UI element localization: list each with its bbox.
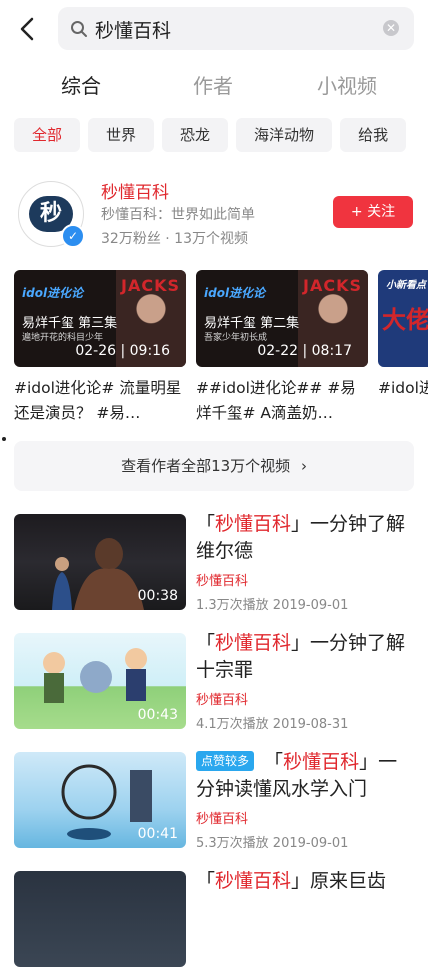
chevron-right-icon: ›	[300, 457, 307, 475]
video-duration: 00:43	[137, 707, 178, 723]
highlight-keyword: 秒懂百科	[215, 513, 292, 535]
tab-short-video[interactable]: 小视频	[292, 70, 402, 99]
thumbnail-brand: JACKS	[303, 276, 362, 295]
video-author[interactable]: 秒懂百科	[196, 689, 248, 708]
video-list-item[interactable]: 00:41 点赞较多 「秒懂百科」一分钟读懂风水学入门 秒懂百科 5.3万次播放…	[14, 749, 414, 852]
clear-icon[interactable]: ✕	[383, 20, 399, 36]
video-thumbnail: 00:41	[14, 752, 186, 848]
thumbnail-title: 易烊千玺 第二集	[204, 316, 300, 331]
video-list-item[interactable]: 「秒懂百科」原来巨齿	[14, 868, 414, 971]
video-list-item[interactable]: 00:38 「秒懂百科」一分钟了解维尔德 秒懂百科 1.3万次播放 2019-0…	[14, 511, 414, 614]
thumbnail-brand: JACKS	[121, 276, 180, 295]
video-title[interactable]: #idol进化论# 是可盐	[378, 376, 428, 426]
video-thumbnail	[14, 871, 186, 967]
chip-ocean-animals[interactable]: 海洋动物	[236, 118, 333, 152]
video-meta: 4.1万次播放 2019-08-31	[196, 717, 349, 732]
follow-button[interactable]: + 关注	[333, 196, 413, 228]
verified-icon: ✓	[61, 224, 85, 248]
tab-all[interactable]: 综合	[26, 70, 136, 99]
chip-world[interactable]: 世界	[88, 118, 155, 152]
highlight-keyword: 秒懂百科	[215, 870, 292, 892]
video-card[interactable]: idol进化论 JACKS 易烊千玺 第三集 遍地开花的科目少年 02-26 |…	[14, 270, 186, 426]
chip-more[interactable]: 给我	[340, 118, 407, 152]
video-title[interactable]: ##idol进化论## #易烊千玺# A滴盖奶…	[196, 376, 364, 426]
view-all-label: 查看作者全部13万个视频	[121, 457, 291, 475]
video-title[interactable]: 「秒懂百科」一分钟了解维尔德	[196, 511, 414, 565]
video-thumbnail: idol进化论 JACKS 易烊千玺 第三集 遍地开花的科目少年 02-26 |…	[14, 270, 186, 367]
highlight-keyword: 秒懂百科	[215, 632, 292, 654]
video-card[interactable]: idol进化论 JACKS 易烊千玺 第二集 吾家少年初长成 02-22 | 0…	[196, 270, 368, 426]
author-name[interactable]: 秒懂百科	[101, 178, 169, 203]
author-avatar[interactable]: 秒 ✓	[18, 181, 85, 248]
video-list-item[interactable]: 00:43 「秒懂百科」一分钟了解十宗罪 秒懂百科 4.1万次播放 2019-0…	[14, 630, 414, 733]
video-meta: 1.3万次播放 2019-09-01	[196, 598, 349, 613]
video-title[interactable]: 「秒懂百科」一分钟了解十宗罪	[196, 630, 414, 684]
video-duration: 00:38	[137, 588, 178, 604]
view-all-videos-button[interactable]: 查看作者全部13万个视频 ›	[14, 441, 414, 491]
search-bar[interactable]: 秒懂百科 ✕	[58, 7, 414, 50]
video-duration: 00:41	[137, 826, 178, 842]
thumbnail-title: 大佬	[382, 306, 428, 334]
search-icon	[71, 21, 87, 37]
video-card[interactable]: 小新看点 大佬 #idol进化论# 是可盐	[378, 270, 428, 426]
search-input[interactable]: 秒懂百科	[95, 16, 171, 43]
author-description: 秒懂百科：世界如此简单	[101, 207, 255, 223]
video-title[interactable]: #idol进化论# 流量明星还是演员？ #易…	[14, 376, 182, 426]
video-author[interactable]: 秒懂百科	[196, 570, 248, 589]
bullet-dot	[2, 437, 6, 441]
thumbnail-logo: idol进化论	[204, 286, 266, 300]
author-stats: 32万粉丝 · 13万个视频	[101, 231, 248, 247]
video-meta: 5.3万次播放 2019-09-01	[196, 836, 349, 851]
video-title[interactable]: 「秒懂百科」原来巨齿	[196, 868, 414, 895]
video-title[interactable]: 点赞较多 「秒懂百科」一分钟读懂风水学入门	[196, 749, 414, 803]
chip-all[interactable]: 全部	[14, 118, 81, 152]
video-date-duration: 02-26 | 09:16	[75, 343, 170, 359]
back-arrow-icon[interactable]	[14, 14, 42, 44]
thumbnail-logo: 小新看点	[386, 280, 426, 291]
video-thumbnail: 小新看点 大佬	[378, 270, 428, 367]
video-author[interactable]: 秒懂百科	[196, 808, 248, 827]
video-thumbnail: 00:43	[14, 633, 186, 729]
highlight-keyword: 秒懂百科	[283, 751, 360, 773]
video-thumbnail: 00:38	[14, 514, 186, 610]
tab-author[interactable]: 作者	[158, 70, 268, 99]
thumbnail-title: 易烊千玺 第三集	[22, 316, 118, 331]
thumbnail-logo: idol进化论	[22, 286, 84, 300]
popular-tag: 点赞较多	[196, 751, 255, 771]
chip-dinosaur[interactable]: 恐龙	[162, 118, 229, 152]
author-video-carousel: idol进化论 JACKS 易烊千玺 第三集 遍地开花的科目少年 02-26 |…	[14, 270, 428, 430]
video-date-duration: 02-22 | 08:17	[257, 343, 352, 359]
tab-bar: 综合 作者 小视频	[0, 70, 428, 106]
thumbnail-subtitle: 吾家少年初长成	[204, 333, 268, 343]
filter-chips: 全部 世界 恐龙 海洋动物 给我	[14, 118, 428, 154]
video-thumbnail: idol进化论 JACKS 易烊千玺 第二集 吾家少年初长成 02-22 | 0…	[196, 270, 368, 367]
thumbnail-subtitle: 遍地开花的科目少年	[22, 333, 104, 343]
